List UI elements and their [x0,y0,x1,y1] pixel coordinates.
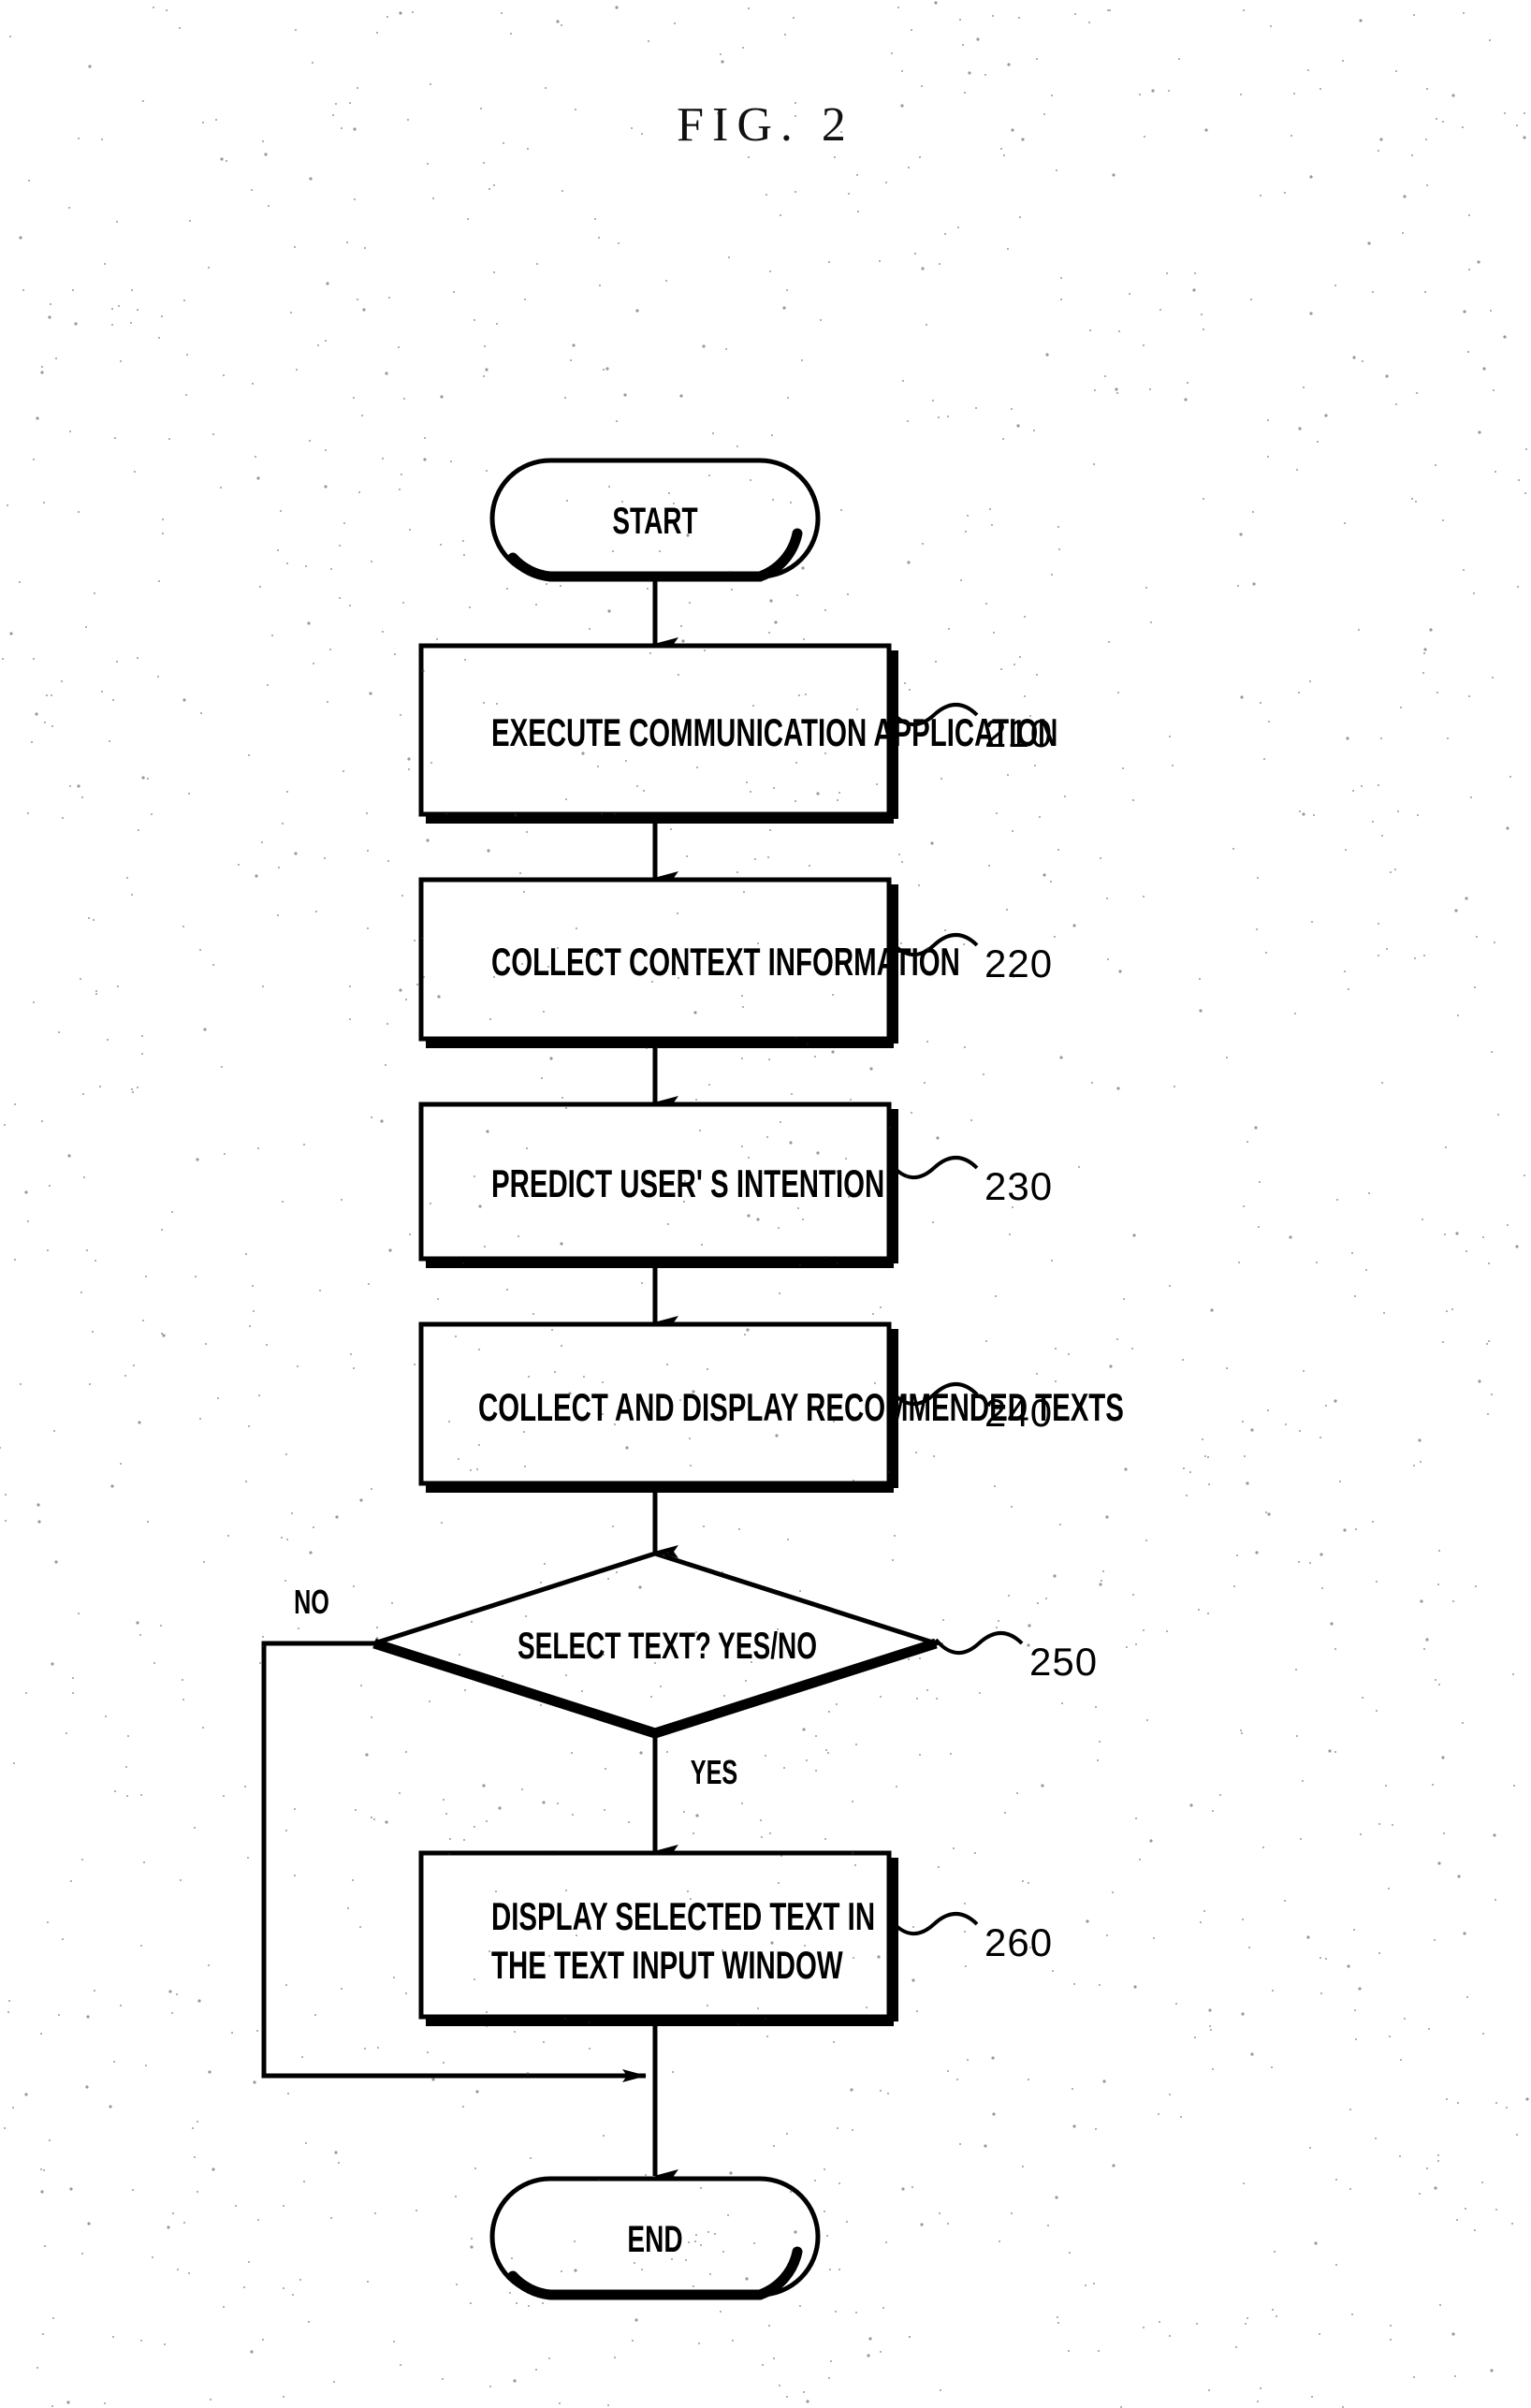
node-step-260-label-line1: DISPLAY SELECTED TEXT IN [491,1894,876,1938]
node-step-250-label: SELECT TEXT? YES/NO [518,1626,817,1667]
patent-figure-page: FIG. 2 START EXECUTE COMMUNICATION APPLI… [0,0,1531,2408]
node-step-210-label: EXECUTE COMMUNICATION APPLICATION [491,710,1058,754]
branch-label-yes: YES [690,1753,738,1791]
node-step-260-label-line2: THE TEXT INPUT WINDOW [491,1943,843,1987]
reference-numeral-240: 240 [984,1391,1054,1435]
reference-numeral-260: 260 [984,1920,1054,1964]
leader-250 [934,1631,1024,1655]
reference-numeral-230: 230 [984,1164,1054,1208]
node-step-230-label: PREDICT USER' S INTENTION [491,1161,885,1205]
node-end-label: END [627,2219,683,2260]
branch-label-no: NO [294,1583,329,1621]
node-step-240-label: COLLECT AND DISPLAY RECOMMENDED TEXTS [478,1385,1124,1429]
reference-numeral-210: 210 [984,711,1054,755]
leader-230 [889,1156,979,1179]
node-start-label: START [612,501,698,542]
reference-numeral-250: 250 [1029,1640,1099,1684]
reference-numeral-220: 220 [984,941,1054,985]
node-step-220-label: COLLECT CONTEXT INFORMATION [491,940,960,984]
leader-260 [889,1912,979,1935]
